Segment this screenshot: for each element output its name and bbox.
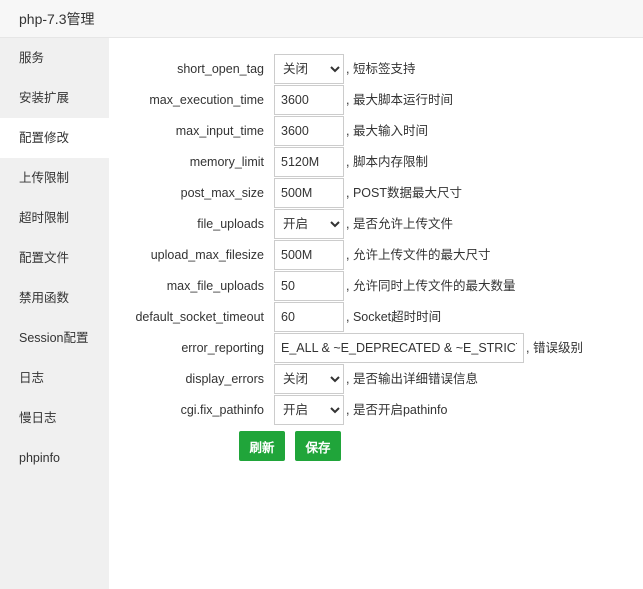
sidebar-item-service[interactable]: 服务	[0, 38, 109, 78]
setting-label: short_open_tag	[177, 62, 264, 76]
sidebar-item-log[interactable]: 日志	[0, 358, 109, 398]
setting-label: display_errors	[185, 372, 264, 386]
setting-hint: , 是否开启pathinfo	[346, 403, 448, 417]
sidebar-item-install-extensions[interactable]: 安装扩展	[0, 78, 109, 118]
setting-hint: , Socket超时时间	[346, 310, 442, 324]
setting-label: max_file_uploads	[166, 279, 264, 293]
post-max-size-input[interactable]	[274, 178, 344, 208]
memory-limit-input[interactable]	[274, 147, 344, 177]
setting-hint: , POST数据最大尺寸	[346, 186, 462, 200]
upload-max-filesize-input[interactable]	[274, 240, 344, 270]
sidebar-item-upload-limit[interactable]: 上传限制	[0, 158, 109, 198]
sidebar-item-slow-log[interactable]: 慢日志	[0, 398, 109, 438]
sidebar: 服务 安装扩展 配置修改 上传限制 超时限制 配置文件 禁用函数 Session…	[0, 38, 109, 589]
setting-row-short-open-tag: short_open_tag 关闭 , 短标签支持	[109, 54, 643, 84]
setting-label: cgi.fix_pathinfo	[180, 403, 264, 417]
max-input-time-input[interactable]	[274, 116, 344, 146]
setting-row-upload-max-filesize: upload_max_filesize , 允许上传文件的最大尺寸	[109, 240, 643, 270]
error-reporting-input[interactable]	[274, 333, 524, 363]
setting-row-file-uploads: file_uploads 开启 , 是否允许上传文件	[109, 209, 643, 239]
setting-hint: , 允许上传文件的最大尺寸	[346, 248, 491, 262]
setting-label: max_input_time	[175, 124, 264, 138]
setting-label: max_execution_time	[149, 93, 264, 107]
setting-hint: , 是否允许上传文件	[346, 217, 453, 231]
php-manager-window: php-7.3管理 服务 安装扩展 配置修改 上传限制 超时限制 配置文件 禁用…	[0, 0, 643, 589]
setting-label: default_socket_timeout	[135, 310, 264, 324]
config-form: short_open_tag 关闭 , 短标签支持 max_execution_…	[109, 38, 643, 589]
setting-row-default-socket-timeout: default_socket_timeout , Socket超时时间	[109, 302, 643, 332]
setting-row-cgi-fix-pathinfo: cgi.fix_pathinfo 开启 , 是否开启pathinfo	[109, 395, 643, 425]
setting-row-post-max-size: post_max_size , POST数据最大尺寸	[109, 178, 643, 208]
setting-row-max-input-time: max_input_time , 最大输入时间	[109, 116, 643, 146]
setting-hint: , 错误级别	[526, 341, 583, 355]
setting-row-max-execution-time: max_execution_time , 最大脚本运行时间	[109, 85, 643, 115]
setting-label: memory_limit	[189, 155, 264, 169]
setting-hint: , 最大脚本运行时间	[346, 93, 453, 107]
default-socket-timeout-input[interactable]	[274, 302, 344, 332]
window-title: php-7.3管理	[19, 11, 95, 27]
setting-row-error-reporting: error_reporting , 错误级别	[109, 333, 643, 363]
setting-label: post_max_size	[180, 186, 264, 200]
sidebar-item-disabled-functions[interactable]: 禁用函数	[0, 278, 109, 318]
display-errors-select[interactable]: 关闭	[274, 364, 344, 394]
setting-hint: , 是否输出详细错误信息	[346, 372, 478, 386]
file-uploads-select[interactable]: 开启	[274, 209, 344, 239]
setting-label: upload_max_filesize	[150, 248, 264, 262]
setting-row-max-file-uploads: max_file_uploads , 允许同时上传文件的最大数量	[109, 271, 643, 301]
setting-hint: , 短标签支持	[346, 62, 416, 76]
setting-row-display-errors: display_errors 关闭 , 是否输出详细错误信息	[109, 364, 643, 394]
title-bar: php-7.3管理	[0, 0, 643, 38]
sidebar-item-config-file[interactable]: 配置文件	[0, 238, 109, 278]
setting-label: error_reporting	[181, 341, 264, 355]
sidebar-item-phpinfo[interactable]: phpinfo	[0, 438, 109, 478]
setting-row-memory-limit: memory_limit , 脚本内存限制	[109, 147, 643, 177]
max-execution-time-input[interactable]	[274, 85, 344, 115]
setting-hint: , 允许同时上传文件的最大数量	[346, 279, 516, 293]
setting-hint: , 脚本内存限制	[346, 155, 428, 169]
short-open-tag-select[interactable]: 关闭	[274, 54, 344, 84]
cgi-fix-pathinfo-select[interactable]: 开启	[274, 395, 344, 425]
setting-label: file_uploads	[197, 217, 264, 231]
setting-hint: , 最大输入时间	[346, 124, 428, 138]
sidebar-item-session-config[interactable]: Session配置	[0, 318, 109, 358]
max-file-uploads-input[interactable]	[274, 271, 344, 301]
save-button[interactable]: 保存	[295, 431, 341, 461]
sidebar-item-config-modify[interactable]: 配置修改	[0, 118, 109, 158]
sidebar-item-timeout-limit[interactable]: 超时限制	[0, 198, 109, 238]
refresh-button[interactable]: 刷新	[239, 431, 285, 461]
